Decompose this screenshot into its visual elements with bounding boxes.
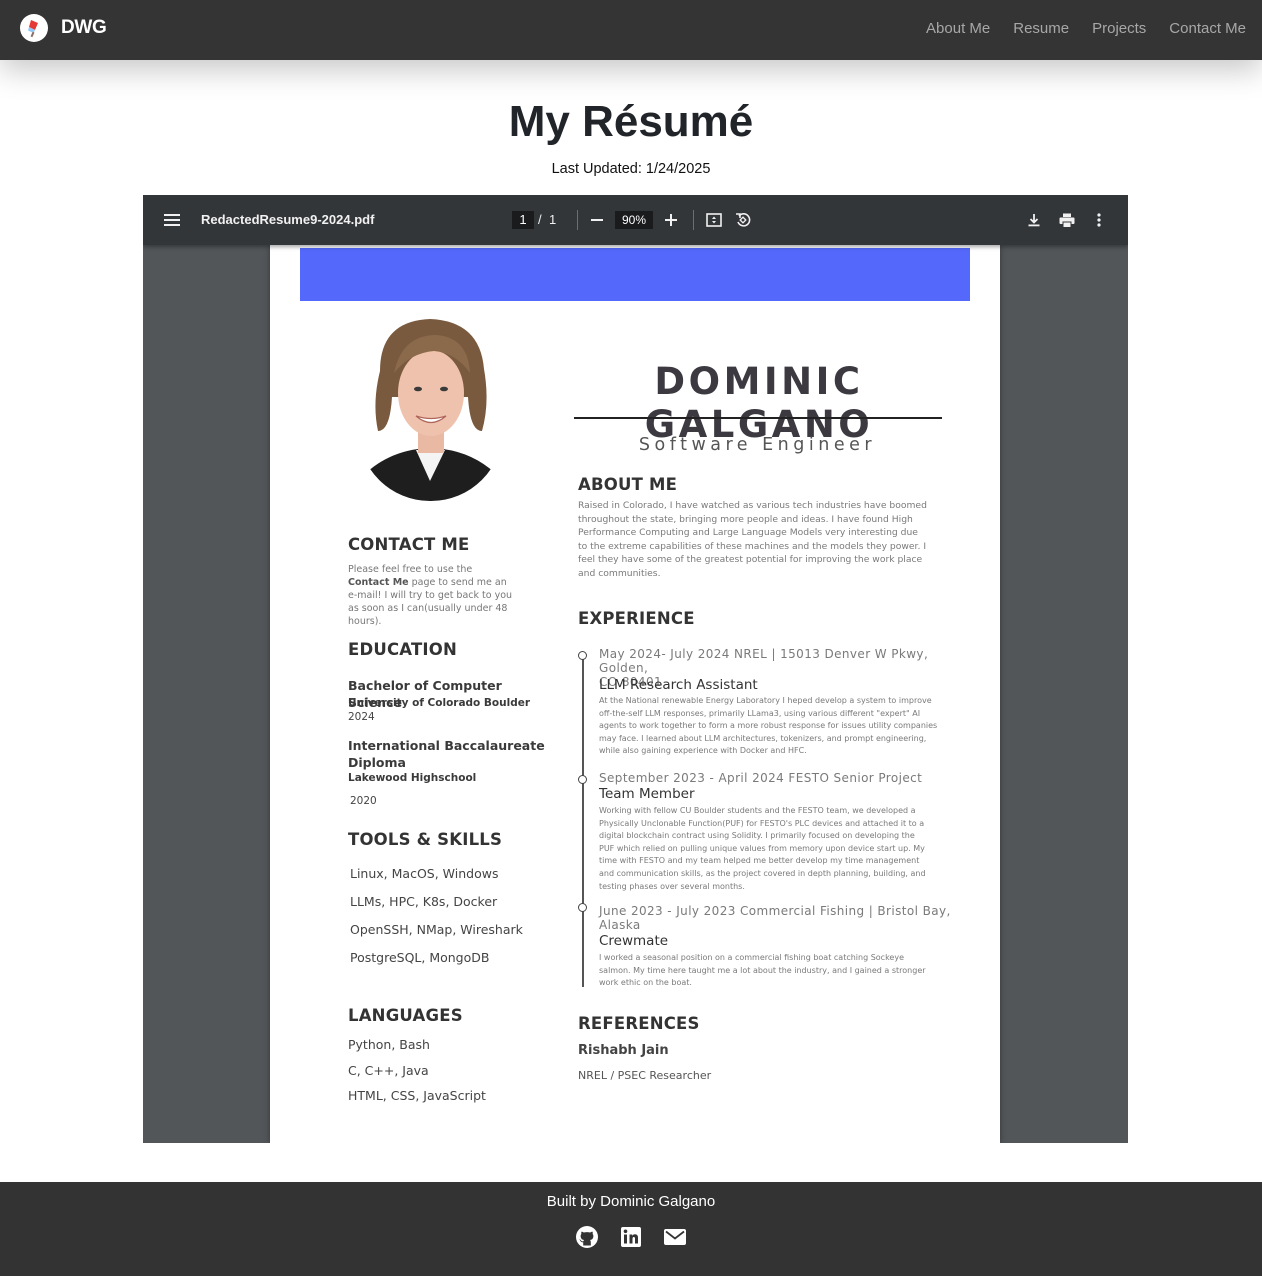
education-heading: EDUCATION: [348, 640, 457, 659]
about-paragraph: Raised in Colorado, I have watched as va…: [578, 500, 927, 579]
resume-banner: [300, 248, 970, 301]
education-degree: International Baccalaureate Diploma: [348, 738, 545, 770]
experience-description: Working with fellow CU Boulder students …: [599, 806, 926, 891]
brand-logo-icon: [20, 14, 48, 42]
nav-link-about-me[interactable]: About Me: [926, 20, 990, 37]
page-title: My Résumé: [508, 97, 754, 146]
skill-item: Linux, MacOS, Windows: [350, 866, 499, 881]
download-icon[interactable]: [1024, 210, 1044, 230]
experience-title: Crewmate: [599, 933, 669, 949]
footer: Built by Dominic Galgano: [0, 1182, 1262, 1276]
more-options-icon[interactable]: [1089, 210, 1109, 230]
last-updated-text: Last Updated: 1/24/2025: [551, 161, 711, 177]
reference-role: NREL / PSEC Researcher: [578, 1069, 712, 1082]
page-separator: /: [538, 212, 542, 227]
experience-title: Team Member: [599, 786, 695, 802]
experience-description: I worked a seasonal position on a commer…: [599, 953, 926, 988]
profile-photo: [358, 313, 503, 501]
linkedin-icon[interactable]: [618, 1224, 644, 1250]
nav-link-resume[interactable]: Resume: [1013, 20, 1069, 37]
page-number-input[interactable]: 1: [512, 211, 534, 229]
top-navbar: DWG About Me Resume Projects Contact Me: [0, 0, 1262, 60]
brand-link[interactable]: DWG: [20, 13, 107, 43]
skill-item: PostgreSQL, MongoDB: [350, 950, 490, 965]
menu-icon[interactable]: [161, 210, 183, 230]
skills-heading: TOOLS & SKILLS: [348, 830, 503, 849]
pdf-viewer[interactable]: RedactedResume9-2024.pdf 1 / 1 90% DOMIN…: [143, 195, 1128, 1143]
about-heading: ABOUT ME: [578, 475, 678, 494]
page-total: 1: [549, 212, 557, 227]
education-institution: University of Colorado Boulder: [348, 697, 531, 709]
fit-page-icon[interactable]: [704, 210, 724, 230]
education-year: 2024: [348, 711, 375, 723]
email-icon[interactable]: [662, 1224, 688, 1250]
nav-links: About Me Resume Projects Contact Me: [903, 0, 1246, 56]
brand-name: DWG: [61, 17, 107, 38]
zoom-level-input[interactable]: 90%: [615, 211, 653, 229]
nav-link-contact-me[interactable]: Contact Me: [1169, 20, 1246, 37]
experience-heading: EXPERIENCE: [578, 609, 695, 628]
resume-name: DOMINIC GALGANO: [644, 360, 874, 446]
language-item: HTML, CSS, JavaScript: [348, 1088, 486, 1103]
experience-description: At the National renewable Energy Laborat…: [599, 696, 938, 756]
zoom-out-icon[interactable]: [587, 210, 607, 230]
nav-link-projects[interactable]: Projects: [1092, 20, 1146, 37]
print-icon[interactable]: [1057, 210, 1077, 230]
footer-credit: Built by Dominic Galgano: [546, 1193, 716, 1210]
experience-date: September 2023 - April 2024 FESTO Senior…: [599, 771, 923, 785]
timeline-dot: [577, 903, 587, 912]
resume-role: Software Engineer: [638, 435, 877, 455]
language-item: Python, Bash: [348, 1037, 430, 1052]
footer-social-links: [0, 1224, 1262, 1250]
rotate-icon[interactable]: [733, 210, 753, 230]
skill-item: LLMs, HPC, K8s, Docker: [350, 894, 498, 909]
toolbar-divider: [577, 210, 578, 230]
name-divider: [574, 417, 942, 419]
contact-paragraph: Please feel free to use the Contact Me p…: [348, 564, 513, 627]
toolbar-divider: [693, 210, 694, 230]
languages-heading: LANGUAGES: [348, 1006, 463, 1025]
references-heading: REFERENCES: [578, 1014, 700, 1033]
github-icon[interactable]: [574, 1224, 600, 1250]
timeline-dot: [577, 651, 587, 660]
pdf-toolbar: RedactedResume9-2024.pdf 1 / 1 90%: [143, 195, 1128, 245]
pdf-page: DOMINIC GALGANO Software Engineer ABOUT …: [270, 245, 1000, 1143]
contact-heading: CONTACT ME: [348, 535, 470, 554]
pdf-filename: RedactedResume9-2024.pdf: [201, 212, 375, 227]
timeline-dot: [577, 775, 587, 784]
experience-date: June 2023 - July 2023 Commercial Fishing…: [599, 904, 951, 932]
zoom-in-icon[interactable]: [661, 210, 681, 230]
timeline-line: [582, 657, 584, 987]
skill-item: OpenSSH, NMap, Wireshark: [350, 922, 523, 937]
experience-title: LLM Research Assistant: [599, 677, 758, 693]
education-year: 2020: [350, 795, 377, 807]
reference-name: Rishabh Jain: [578, 1043, 669, 1058]
education-institution: Lakewood Highschool: [348, 772, 477, 784]
language-item: C, C++, Java: [348, 1063, 429, 1078]
